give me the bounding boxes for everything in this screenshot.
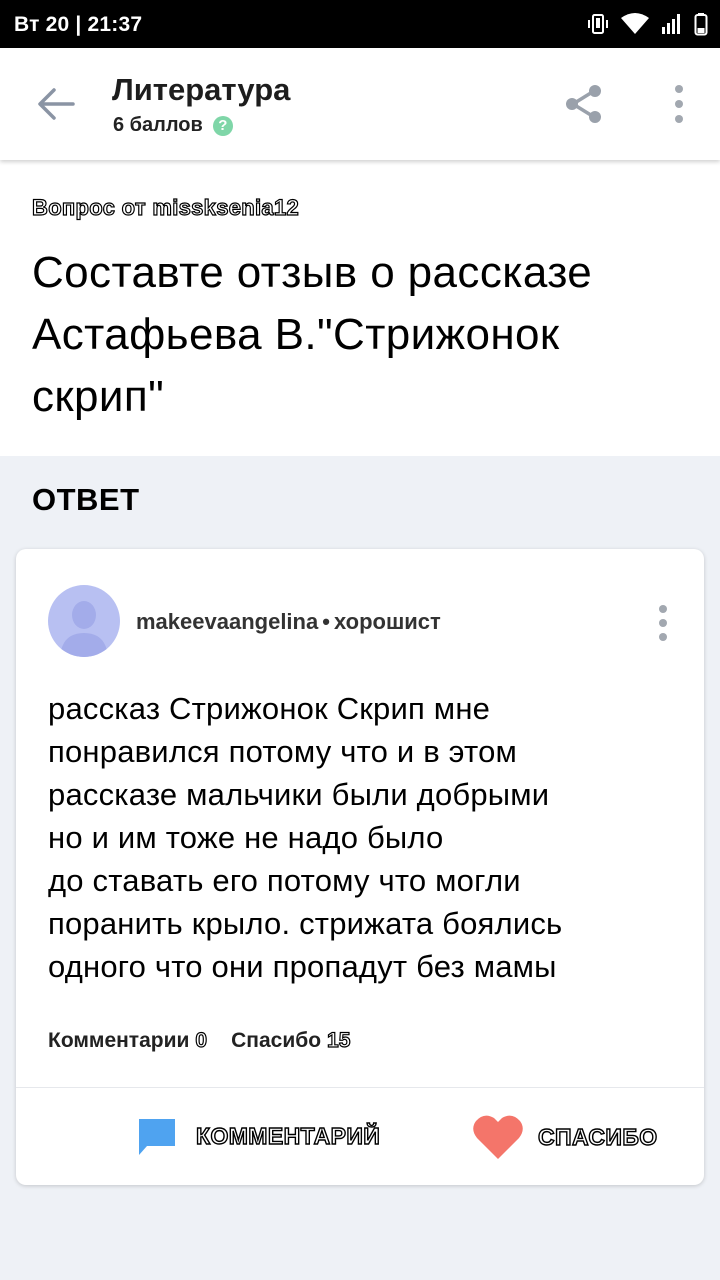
thanks-button[interactable]: СПАСИБО [472, 1113, 658, 1161]
signal-icon [662, 14, 680, 34]
answer-meta: Комментарии 0 Спасибо 15 [48, 1028, 374, 1053]
answer-heading: ОТВЕТ [32, 482, 140, 517]
thanks-label: Спасибо [231, 1029, 322, 1052]
comments-link[interactable]: Комментарии 0 [48, 1028, 208, 1053]
answer-more-icon[interactable] [648, 603, 678, 643]
points-text: 6 баллов [113, 114, 203, 136]
thanks-link[interactable]: Спасибо 15 [231, 1028, 351, 1053]
wifi-icon [621, 13, 649, 34]
comments-label: Комментарии [48, 1029, 190, 1052]
help-icon[interactable]: ? [212, 115, 233, 136]
answer-card: makeevaangelina • хорошист рассказ Стрижон… [16, 549, 704, 1185]
author-rank: хорошист [333, 609, 441, 634]
status-bar: Вт 20 | 21:37 [0, 0, 720, 48]
points-row: 6 баллов ? [113, 114, 233, 137]
status-icons [586, 10, 708, 38]
share-button[interactable] [562, 82, 606, 126]
back-arrow-icon [38, 88, 75, 120]
comment-button-label: КОММЕНТАРИЙ [195, 1122, 381, 1149]
avatar[interactable] [48, 585, 120, 657]
back-button[interactable] [34, 84, 78, 124]
author-line: makeevaangelina • хорошист [136, 609, 441, 635]
status-time: Вт 20 | 21:37 [14, 13, 143, 36]
comment-button[interactable]: КОММЕНТАРИЙ [136, 1115, 381, 1157]
heart-icon [473, 1115, 523, 1159]
card-divider [16, 1087, 704, 1088]
thanks-button-label: СПАСИБО [537, 1123, 658, 1150]
vibrate-icon [588, 14, 608, 34]
app-bar: Литература 6 баллов ? [0, 48, 720, 160]
user-silhouette-icon [60, 601, 108, 657]
subject-title: Литература [112, 72, 291, 107]
question-text: Составте отзыв о рассказе Астафьева В."С… [32, 248, 593, 421]
share-icon [566, 85, 601, 123]
comments-count: 0 [195, 1028, 208, 1052]
question-block: Вопрос от missksenia12 Составте отзыв о … [0, 160, 720, 456]
comment-bubble-icon [139, 1119, 175, 1155]
battery-icon [694, 13, 708, 36]
answer-text: рассказ Стрижонок Скрип мне понравился п… [48, 691, 563, 984]
question-asker[interactable]: Вопрос от missksenia12 [31, 194, 299, 221]
author-separator: • [322, 609, 330, 634]
author-name[interactable]: makeevaangelina [136, 609, 318, 634]
thanks-count: 15 [326, 1028, 351, 1052]
more-vert-icon[interactable] [664, 82, 694, 126]
